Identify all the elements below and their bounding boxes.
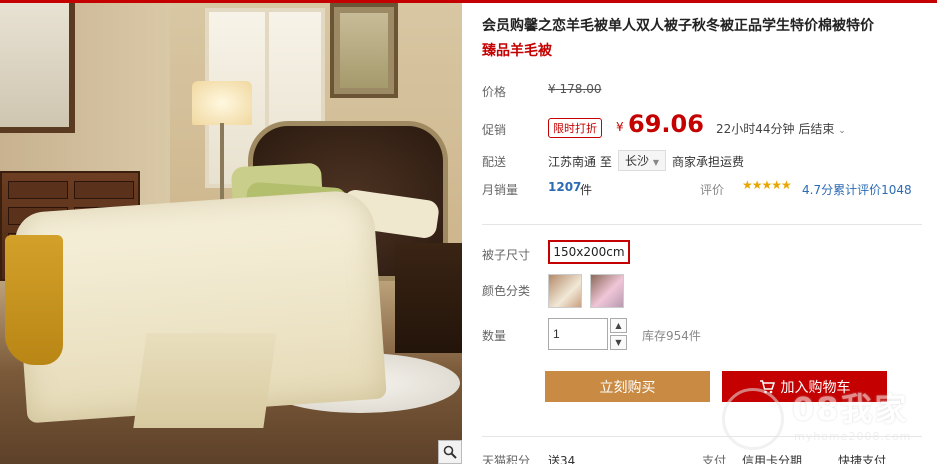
shipping-destination: 长沙 [625, 154, 650, 168]
size-option-selected[interactable]: 150x200cm [548, 240, 630, 264]
photo-painting [330, 3, 398, 98]
size-label: 被子尺寸 [482, 248, 531, 262]
promotion-currency: ¥ [616, 120, 624, 134]
home-logo-icon: ⌂ [722, 388, 784, 450]
divider [482, 224, 922, 225]
photo-lamp-stand [220, 123, 224, 208]
promotion-label: 促销 [482, 123, 507, 137]
caret-up-icon: ▲ [615, 321, 622, 330]
caret-down-icon: ▼ [615, 338, 622, 347]
points-label: 天猫积分 [482, 454, 531, 464]
original-price-value: 178.00 [559, 82, 602, 96]
photo-throw-blanket [5, 235, 63, 365]
zoom-icon[interactable] [438, 440, 462, 464]
monthly-sales-count: 1207 [548, 180, 582, 194]
review-label: 评价 [700, 183, 725, 197]
product-title: 会员购馨之恋羊毛被单人双人被子秋冬被正品学生特价棉被特价 [482, 18, 874, 34]
shipping-from: 江苏南通 至 [548, 155, 612, 169]
quantity-increase-button[interactable]: ▲ [610, 318, 627, 333]
shipping-fee: 商家承担运费 [672, 155, 745, 169]
watermark-brand: 08我家 [792, 390, 909, 428]
review-score-link[interactable]: 4.7分累计评价1048 [802, 181, 912, 198]
rating-stars-icon: ★★★★★ [742, 178, 792, 192]
shipping-label: 配送 [482, 155, 507, 169]
color-swatch-cream[interactable] [548, 274, 582, 308]
photo-duvet-side [133, 333, 277, 428]
original-price-currency: ¥ [548, 82, 556, 96]
points-value: 送34 [548, 454, 576, 464]
quantity-label: 数量 [482, 329, 507, 343]
price-label: 价格 [482, 85, 507, 99]
color-label: 颜色分类 [482, 284, 531, 298]
color-swatch-pink[interactable] [590, 274, 624, 308]
quantity-input[interactable] [548, 318, 608, 350]
shipping-destination-select[interactable]: 长沙 ▼ [618, 150, 666, 171]
site-watermark: ⌂ 08我家 myhome2008.com [722, 380, 932, 460]
countdown-text: 22小时44分钟 后结束 [716, 122, 835, 136]
buy-now-button[interactable]: 立刻购买 [545, 371, 710, 402]
photo-lamp [192, 81, 252, 125]
promotion-tag: 限时打折 [548, 118, 602, 138]
product-subtitle: 臻品羊毛被 [482, 43, 552, 59]
watermark-url: myhome2008.com [794, 430, 912, 443]
original-price: ¥ 178.00 [548, 82, 601, 96]
photo-nightstand [395, 243, 462, 353]
promotion-countdown[interactable]: 22小时44分钟 后结束 ⌄ [716, 120, 846, 137]
quantity-decrease-button[interactable]: ▼ [610, 335, 627, 350]
product-main-image[interactable] [0, 3, 462, 464]
caret-down-icon: ▼ [652, 158, 659, 167]
sales-label: 月销量 [482, 183, 519, 197]
monthly-sales-unit: 件 [580, 183, 593, 197]
chevron-down-icon: ⌄ [838, 126, 846, 136]
promotion-price: 69.06 [628, 110, 704, 138]
stock-count: 库存954件 [642, 329, 701, 343]
photo-mirror [0, 3, 75, 133]
